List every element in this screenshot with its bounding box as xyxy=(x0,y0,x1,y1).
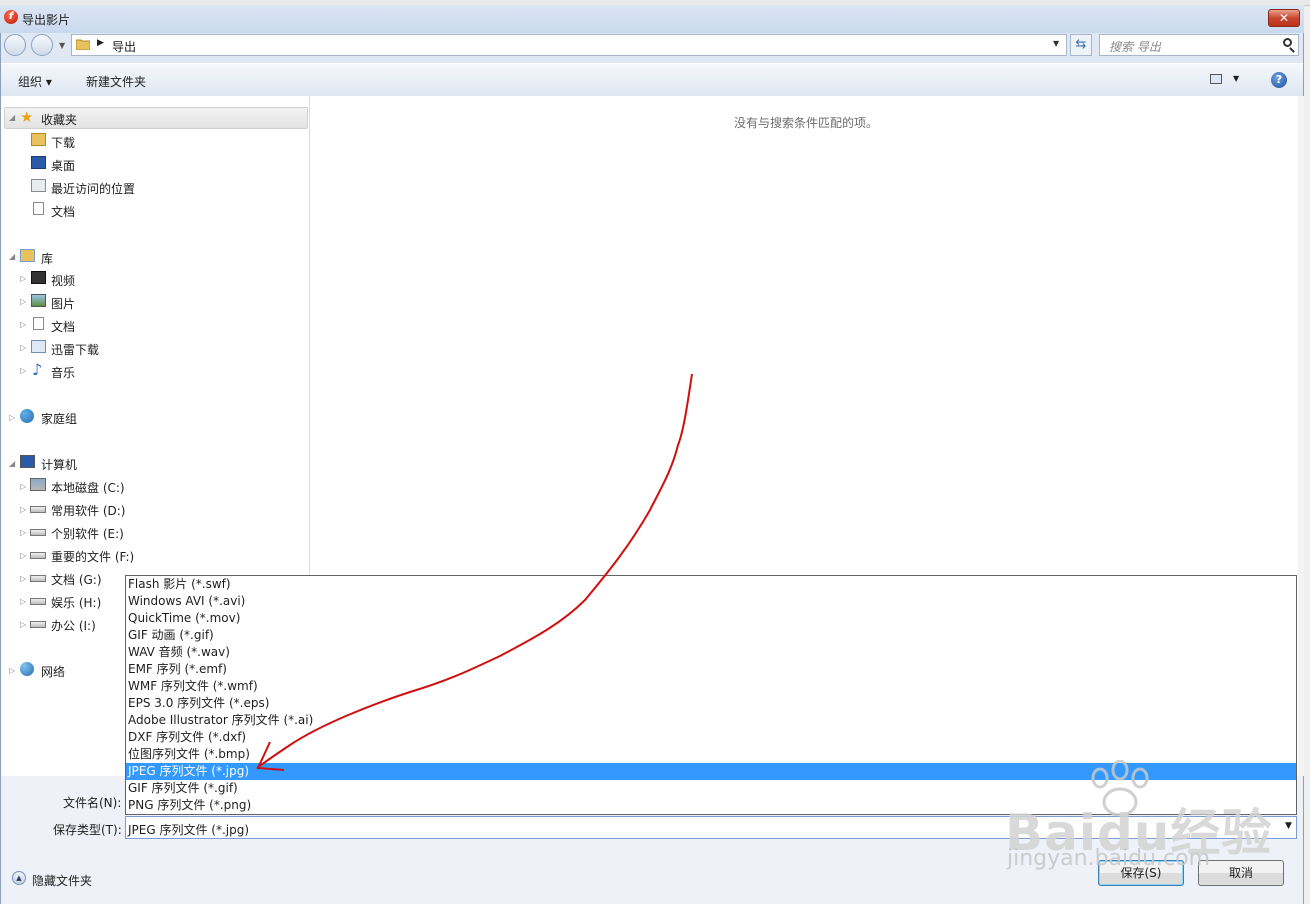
sidebar-item-recent[interactable]: 最近访问的位置 xyxy=(51,180,135,197)
filetype-option[interactable]: EPS 3.0 序列文件 (*.eps) xyxy=(126,695,1296,712)
expand-arrow-icon[interactable]: ▷ xyxy=(20,597,26,606)
filetype-option[interactable]: WMF 序列文件 (*.wmf) xyxy=(126,678,1296,695)
window-title: 导出影片 xyxy=(22,13,71,27)
sidebar-item-lib-documents[interactable]: 文档 xyxy=(51,318,75,335)
sidebar-item-computer[interactable]: 计算机 xyxy=(41,456,77,473)
sidebar-item-network[interactable]: 网络 xyxy=(41,663,65,680)
hide-folders-toggle[interactable]: 隐藏文件夹 xyxy=(32,872,92,889)
search-placeholder: 搜索 导出 xyxy=(1109,40,1161,54)
sidebar-item-video[interactable]: 视频 xyxy=(51,272,75,289)
breadcrumb-current[interactable]: 导出 xyxy=(112,38,136,55)
expand-arrow-icon[interactable]: ▷ xyxy=(20,320,26,329)
back-button[interactable] xyxy=(4,34,26,56)
view-dropdown-icon[interactable]: ▼ xyxy=(1233,74,1239,83)
expand-arrow-icon[interactable]: ▷ xyxy=(20,274,26,283)
address-dropdown-icon[interactable]: ▼ xyxy=(1053,39,1059,48)
sidebar-item-pictures[interactable]: 图片 xyxy=(51,295,75,312)
collapse-arrow-icon[interactable]: ◢ xyxy=(9,252,15,261)
sidebar-item-thunder[interactable]: 迅雷下载 xyxy=(51,341,99,358)
empty-results-message: 没有与搜索条件匹配的项。 xyxy=(734,116,879,130)
chevron-up-icon[interactable]: ▲ xyxy=(12,871,26,885)
thunder-download-icon xyxy=(31,340,46,353)
computer-icon xyxy=(20,455,35,468)
history-dropdown-icon[interactable]: ▼ xyxy=(59,41,65,50)
documents-icon xyxy=(33,317,44,330)
sidebar-item-drive-c[interactable]: 本地磁盘 (C:) xyxy=(51,479,125,496)
sidebar-item-desktop[interactable]: 桌面 xyxy=(51,157,75,174)
sidebar-item-drive-d[interactable]: 常用软件 (D:) xyxy=(51,502,125,519)
title-bar xyxy=(0,5,1304,33)
address-bar[interactable] xyxy=(71,34,1067,56)
filetype-option[interactable]: Adobe Illustrator 序列文件 (*.ai) xyxy=(126,712,1296,729)
filetype-option[interactable]: Flash 影片 (*.swf) xyxy=(126,576,1296,593)
drive-icon xyxy=(30,552,46,559)
breadcrumb-arrow-icon[interactable]: ▶ xyxy=(97,38,104,48)
organize-button[interactable]: 组织 ▾ xyxy=(18,73,52,90)
desktop-icon xyxy=(31,156,46,169)
filename-label: 文件名(N): xyxy=(63,796,122,810)
help-icon[interactable]: ? xyxy=(1271,72,1287,88)
filetype-option[interactable]: QuickTime (*.mov) xyxy=(126,610,1296,627)
sidebar-item-homegroup[interactable]: 家庭组 xyxy=(41,410,77,427)
expand-arrow-icon[interactable]: ▷ xyxy=(9,666,15,675)
drive-icon xyxy=(30,621,46,628)
expand-arrow-icon[interactable]: ▷ xyxy=(20,551,26,560)
pictures-icon xyxy=(31,294,46,307)
documents-icon xyxy=(33,202,44,215)
drive-icon xyxy=(30,529,46,536)
sidebar-item-drive-g[interactable]: 文档 (G:) xyxy=(51,571,102,588)
new-folder-button[interactable]: 新建文件夹 xyxy=(86,73,146,90)
flash-app-icon: f xyxy=(4,10,18,24)
star-icon: ★ xyxy=(20,108,34,126)
filetype-option[interactable]: DXF 序列文件 (*.dxf) xyxy=(126,729,1296,746)
drive-icon xyxy=(30,598,46,605)
sidebar-item-drive-i[interactable]: 办公 (I:) xyxy=(51,617,96,634)
watermark-url: jingyan.baidu.com xyxy=(1007,846,1211,871)
drive-icon xyxy=(30,575,46,582)
filetype-selected-value: JPEG 序列文件 (*.jpg) xyxy=(128,823,250,837)
folder-icon xyxy=(76,39,90,50)
expand-arrow-icon[interactable]: ▷ xyxy=(20,297,26,306)
expand-arrow-icon[interactable]: ▷ xyxy=(20,343,26,352)
homegroup-icon xyxy=(20,409,34,423)
forward-button[interactable] xyxy=(31,34,53,56)
expand-arrow-icon[interactable]: ▷ xyxy=(20,528,26,537)
filetype-option[interactable]: WAV 音频 (*.wav) xyxy=(126,644,1296,661)
filetype-option[interactable]: GIF 动画 (*.gif) xyxy=(126,627,1296,644)
search-icon[interactable] xyxy=(1283,38,1292,47)
collapse-arrow-icon[interactable]: ◢ xyxy=(9,113,15,122)
refresh-icon[interactable]: ⇆ xyxy=(1070,34,1092,56)
scrollbar[interactable] xyxy=(1298,96,1304,776)
library-icon xyxy=(20,249,35,262)
sidebar-item-drive-f[interactable]: 重要的文件 (F:) xyxy=(51,548,134,565)
video-icon xyxy=(31,271,46,284)
sidebar-item-favorites[interactable]: 收藏夹 xyxy=(41,111,77,128)
sidebar-item-libraries[interactable]: 库 xyxy=(41,250,53,267)
sidebar-item-drive-e[interactable]: 个别软件 (E:) xyxy=(51,525,124,542)
expand-arrow-icon[interactable]: ▷ xyxy=(20,574,26,583)
downloads-folder-icon xyxy=(31,133,46,146)
collapse-arrow-icon[interactable]: ◢ xyxy=(9,459,15,468)
view-mode-icon[interactable] xyxy=(1210,74,1222,84)
sidebar-item-documents[interactable]: 文档 xyxy=(51,203,75,220)
expand-arrow-icon[interactable]: ▷ xyxy=(20,620,26,629)
filetype-option[interactable]: EMF 序列 (*.emf) xyxy=(126,661,1296,678)
sidebar-item-drive-h[interactable]: 娱乐 (H:) xyxy=(51,594,101,611)
expand-arrow-icon[interactable]: ▷ xyxy=(20,366,26,375)
drive-icon xyxy=(30,506,46,513)
sidebar-item-downloads[interactable]: 下载 xyxy=(51,134,75,151)
expand-arrow-icon[interactable]: ▷ xyxy=(20,505,26,514)
sidebar-item-music[interactable]: 音乐 xyxy=(51,364,75,381)
music-icon: ♪ xyxy=(32,360,43,379)
close-button[interactable]: ✕ xyxy=(1268,9,1300,27)
system-drive-icon xyxy=(30,478,46,491)
recent-places-icon xyxy=(31,179,46,192)
chevron-down-icon[interactable]: ▼ xyxy=(1285,821,1292,831)
filetype-option[interactable]: Windows AVI (*.avi) xyxy=(126,593,1296,610)
command-toolbar xyxy=(1,63,1303,97)
expand-arrow-icon[interactable]: ▷ xyxy=(9,413,15,422)
filetype-label: 保存类型(T): xyxy=(53,823,122,837)
network-icon xyxy=(20,662,34,676)
expand-arrow-icon[interactable]: ▷ xyxy=(20,482,26,491)
